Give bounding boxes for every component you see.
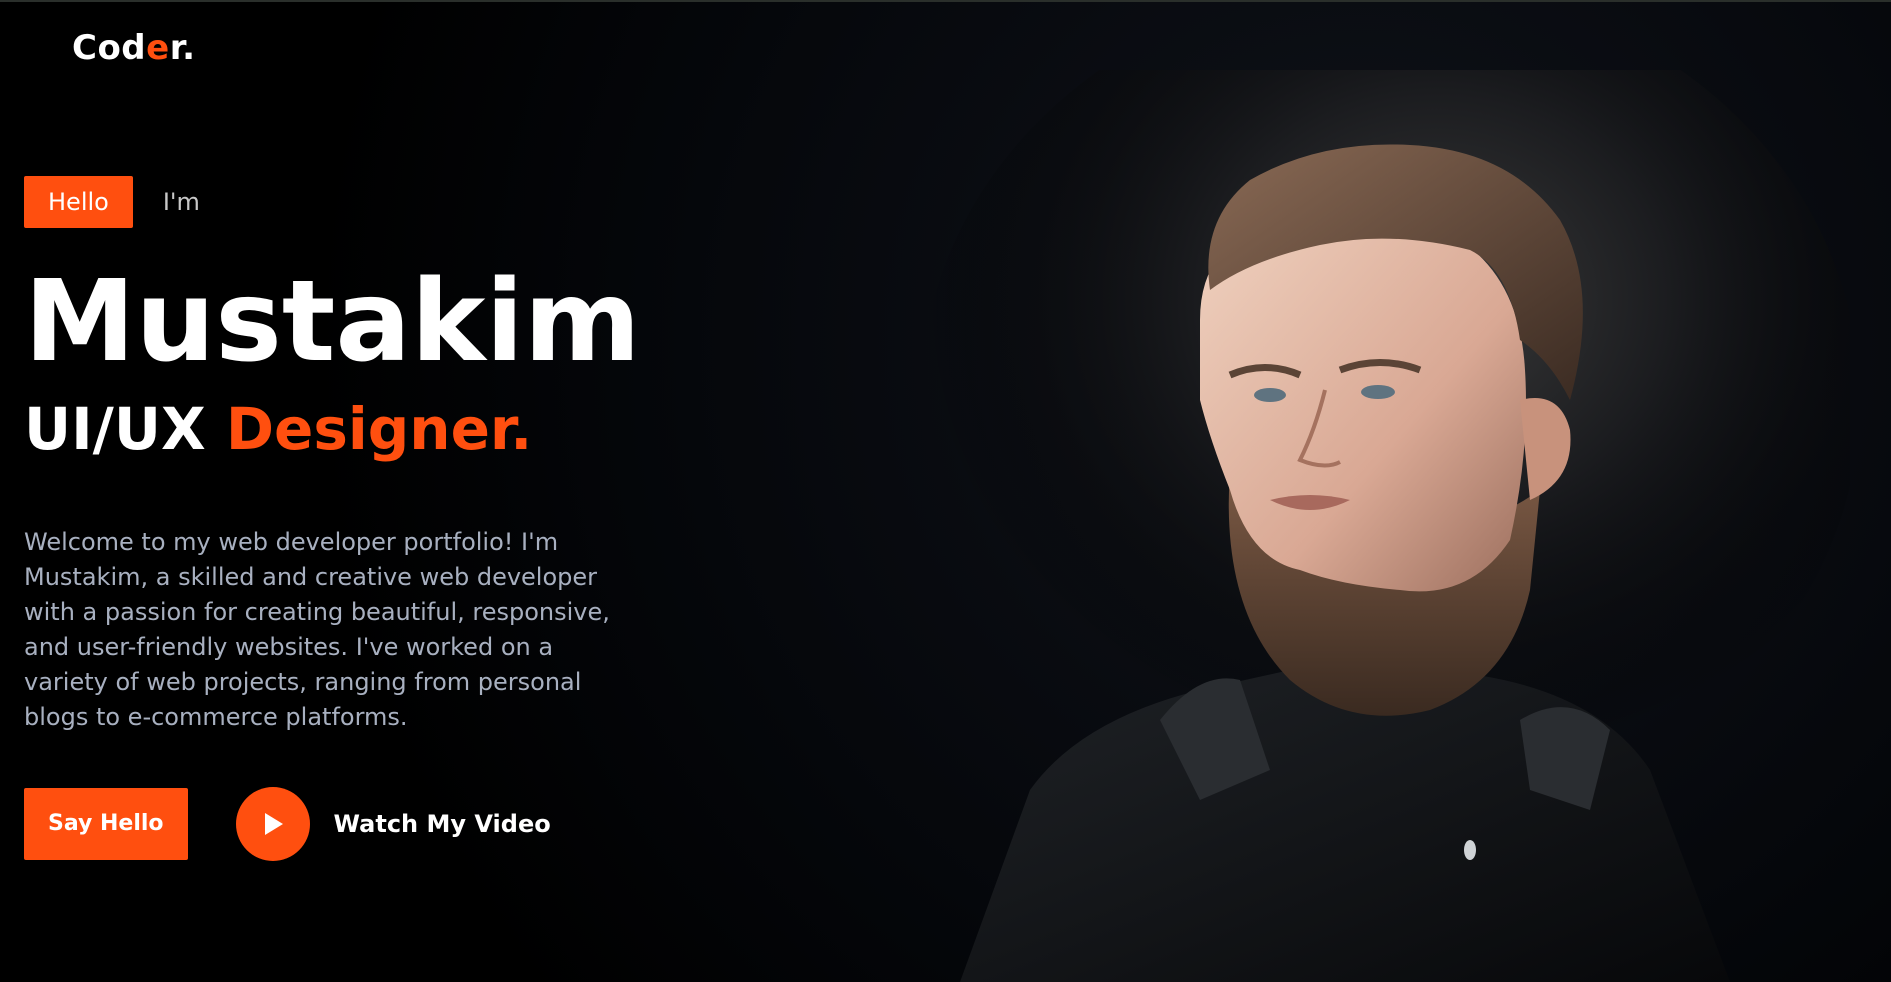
logo-text-start: Cod [72,28,147,68]
role-title: Designer. [225,395,533,463]
say-hello-button[interactable]: Say Hello [24,788,188,860]
role-prefix: UI/UX [24,395,206,463]
logo-text-accent: e [146,28,170,68]
watch-video-button[interactable]: Watch My Video [235,787,551,861]
portrait-photo [920,70,1850,982]
hero-role: UI/UX Designer. [24,395,533,463]
hero-actions: Say Hello Watch My Video [24,787,551,861]
top-divider [0,0,1891,2]
play-icon[interactable] [235,787,310,861]
greeting-row: Hello I'm [24,176,200,228]
im-label: I'm [162,188,200,216]
hero-description: Welcome to my web developer portfolio! I… [24,528,610,731]
play-icon-glyph [264,813,283,835]
site-logo[interactable]: Coder. [72,28,196,68]
logo-text-end: r. [169,28,196,68]
hero-name: Mustakim [24,257,641,387]
hello-badge: Hello [24,176,133,228]
watch-video-label: Watch My Video [333,810,551,838]
hero-page: Coder. Hello I'm Mustakim UI/UX Designer… [0,0,1891,982]
